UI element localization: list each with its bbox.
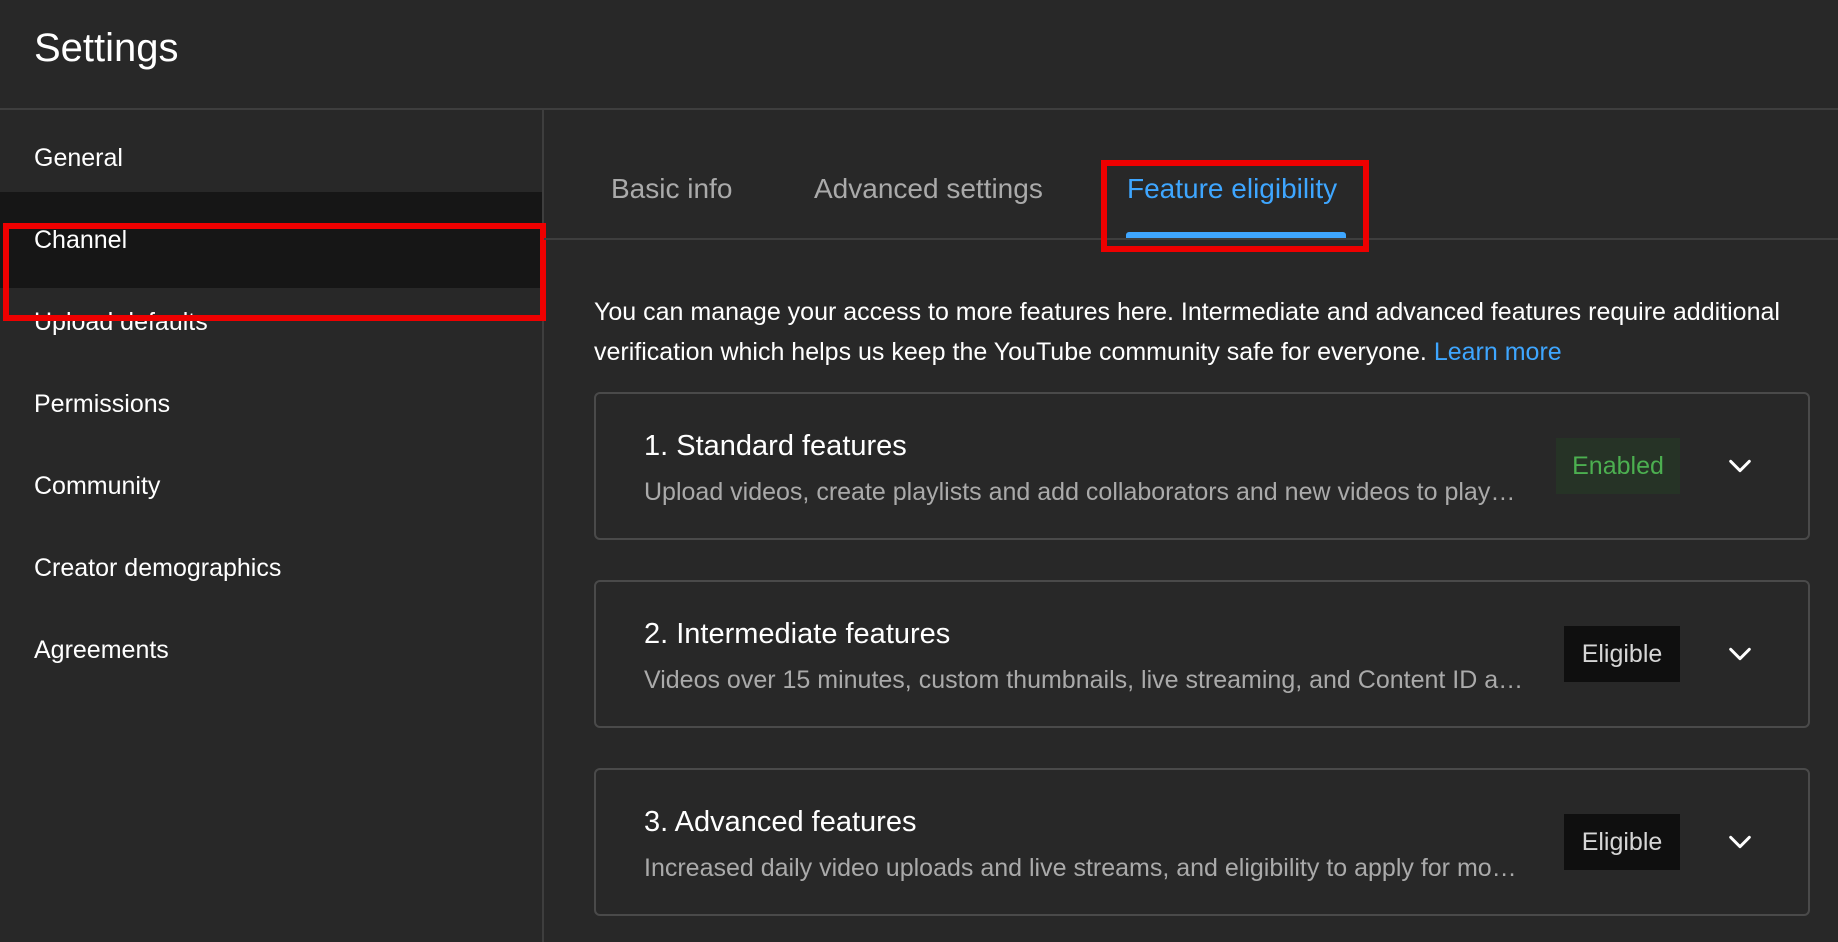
status-badge-eligible: Eligible [1564,814,1680,870]
feature-card-description: Increased daily video uploads and live s… [644,854,1517,882]
tab-basic-info[interactable]: Basic info [611,172,732,206]
learn-more-link[interactable]: Learn more [1434,338,1562,366]
settings-tabs: Basic info Advanced settings Feature eli… [544,110,1838,240]
feature-card-intermediate[interactable]: 2. Intermediate features Videos over 15 … [594,580,1810,728]
active-tab-indicator [1126,232,1346,238]
feature-card-title: 1. Standard features [644,430,907,462]
page-header: Settings [0,0,1838,110]
page-title: Settings [34,26,179,70]
sidebar-item-agreements[interactable]: Agreements [0,602,542,698]
chevron-down-icon[interactable] [1724,638,1756,670]
chevron-down-icon[interactable] [1724,826,1756,858]
feature-intro: You can manage your access to more featu… [594,292,1814,372]
settings-sidebar: General Channel Upload defaults Permissi… [0,110,544,942]
feature-card-advanced[interactable]: 3. Advanced features Increased daily vid… [594,768,1810,916]
tab-feature-eligibility[interactable]: Feature eligibility [1127,172,1337,206]
tab-advanced-settings[interactable]: Advanced settings [814,172,1043,206]
status-badge-enabled: Enabled [1556,438,1680,494]
chevron-down-icon[interactable] [1724,450,1756,482]
intro-text: You can manage your access to more featu… [594,298,1780,366]
feature-card-standard[interactable]: 1. Standard features Upload videos, crea… [594,392,1810,540]
feature-card-title: 3. Advanced features [644,806,917,838]
feature-card-title: 2. Intermediate features [644,618,951,650]
feature-card-description: Videos over 15 minutes, custom thumbnail… [644,666,1524,694]
status-badge-eligible: Eligible [1564,626,1680,682]
feature-card-description: Upload videos, create playlists and add … [644,478,1516,506]
